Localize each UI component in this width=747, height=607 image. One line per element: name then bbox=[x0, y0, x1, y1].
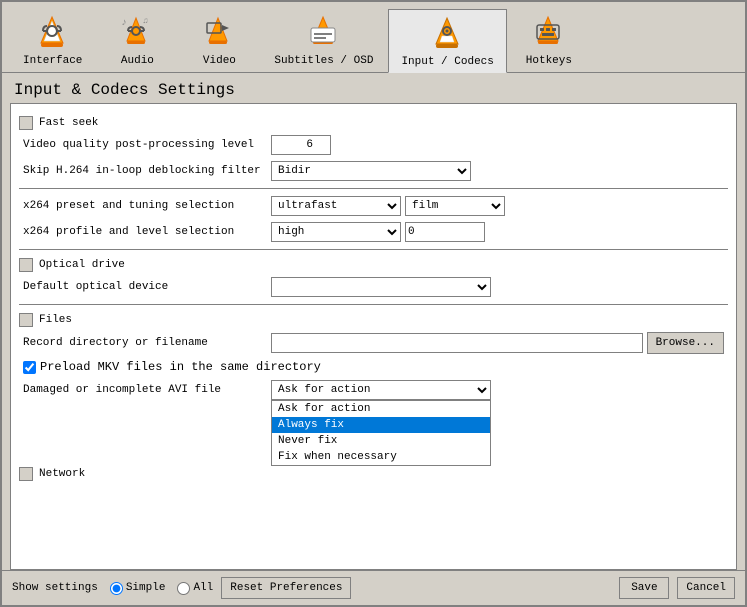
default-optical-label: Default optical device bbox=[23, 281, 263, 293]
x264-preset-control: ultrafast superfast veryfast faster fast… bbox=[271, 196, 724, 216]
interface-icon bbox=[33, 13, 73, 53]
cancel-button[interactable]: Cancel bbox=[677, 577, 735, 599]
skip-h264-select[interactable]: None Non-ref Bidir Non-key All bbox=[271, 161, 471, 181]
main-window: Interface ♪ ♫ Audio bbox=[0, 0, 747, 607]
damaged-avi-label: Damaged or incomplete AVI file bbox=[23, 384, 263, 396]
simple-label: Simple bbox=[126, 582, 166, 594]
skip-h264-control: None Non-ref Bidir Non-key All bbox=[271, 161, 724, 181]
x264-preset-select[interactable]: ultrafast superfast veryfast faster fast… bbox=[271, 196, 401, 216]
network-section: Network bbox=[19, 463, 728, 483]
input-icon bbox=[428, 14, 468, 54]
x264-profile-control: baseline main high high10 high422 high44… bbox=[271, 222, 724, 242]
simple-radio-label[interactable]: Simple bbox=[110, 582, 166, 595]
x264-level-input[interactable] bbox=[405, 222, 485, 242]
x264-preset-row: x264 preset and tuning selection ultrafa… bbox=[19, 193, 728, 219]
video-quality-label: Video quality post-processing level bbox=[23, 139, 263, 151]
simple-radio[interactable] bbox=[110, 582, 123, 595]
hotkeys-icon bbox=[529, 13, 569, 53]
preload-mkv-checkbox[interactable] bbox=[23, 361, 36, 374]
video-icon bbox=[199, 13, 239, 53]
settings-panel: Fast seek Video quality post-processing … bbox=[10, 103, 737, 570]
tab-interface[interactable]: Interface bbox=[10, 8, 95, 72]
tab-input[interactable]: Input / Codecs bbox=[388, 9, 506, 73]
damaged-avi-dropdown-open: Ask for action Always fix Never fix Fix … bbox=[271, 400, 491, 466]
damaged-avi-row: Damaged or incomplete AVI file Ask for a… bbox=[19, 377, 728, 403]
toolbar: Interface ♪ ♫ Audio bbox=[2, 2, 745, 73]
save-button[interactable]: Save bbox=[619, 577, 669, 599]
page-title: Input & Codecs Settings bbox=[2, 73, 745, 103]
video-quality-input[interactable] bbox=[271, 135, 331, 155]
tab-subtitles-label: Subtitles / OSD bbox=[274, 55, 373, 67]
preload-mkv-label: Preload MKV files in the same directory bbox=[40, 360, 321, 374]
all-radio-label[interactable]: All bbox=[177, 582, 213, 595]
svg-text:♫: ♫ bbox=[143, 17, 148, 26]
main-content: Input & Codecs Settings Fast seek Video … bbox=[2, 73, 745, 605]
option-always[interactable]: Always fix bbox=[272, 417, 490, 433]
tab-hotkeys[interactable]: Hotkeys bbox=[509, 8, 589, 72]
x264-profile-row: x264 profile and level selection baselin… bbox=[19, 219, 728, 245]
bottom-bar: Show settings Simple All Reset Preferenc… bbox=[2, 570, 745, 605]
x264-preset-label: x264 preset and tuning selection bbox=[23, 200, 263, 212]
x264-profile-label: x264 profile and level selection bbox=[23, 226, 263, 238]
tab-audio-label: Audio bbox=[121, 55, 154, 67]
files-section: Files bbox=[19, 309, 728, 329]
damaged-avi-select[interactable]: Ask for action Always fix Never fix Fix … bbox=[271, 380, 491, 400]
tab-input-label: Input / Codecs bbox=[401, 56, 493, 68]
record-dir-control: Browse... bbox=[271, 332, 724, 354]
tab-video-label: Video bbox=[203, 55, 236, 67]
optical-drive-section: Optical drive bbox=[19, 254, 728, 274]
damaged-avi-control: Ask for action Always fix Never fix Fix … bbox=[271, 380, 491, 400]
x264-tuning-select[interactable]: film animation grain stillimage psnr ssi… bbox=[405, 196, 505, 216]
default-optical-row: Default optical device bbox=[19, 274, 728, 300]
browse-button[interactable]: Browse... bbox=[647, 332, 724, 354]
x264-profile-select[interactable]: baseline main high high10 high422 high44… bbox=[271, 222, 401, 242]
tab-video[interactable]: Video bbox=[179, 8, 259, 72]
all-label: All bbox=[193, 582, 213, 594]
svg-text:♪: ♪ bbox=[121, 18, 127, 29]
tab-hotkeys-label: Hotkeys bbox=[526, 55, 572, 67]
skip-h264-row: Skip H.264 in-loop deblocking filter Non… bbox=[19, 158, 728, 184]
video-quality-control bbox=[271, 135, 724, 155]
damaged-avi-dropdown-container: Ask for action Always fix Never fix Fix … bbox=[271, 380, 491, 400]
files-label: Files bbox=[39, 314, 72, 326]
tab-interface-label: Interface bbox=[23, 55, 82, 67]
settings-content: Fast seek Video quality post-processing … bbox=[11, 104, 736, 491]
reset-preferences-button[interactable]: Reset Preferences bbox=[221, 577, 351, 599]
subtitles-icon bbox=[304, 13, 344, 53]
preload-mkv-row: Preload MKV files in the same directory bbox=[19, 357, 728, 377]
fast-seek-section: Fast seek bbox=[19, 112, 728, 132]
skip-h264-label: Skip H.264 in-loop deblocking filter bbox=[23, 165, 263, 177]
option-fix-when[interactable]: Fix when necessary bbox=[272, 449, 490, 465]
radio-group: Simple All bbox=[110, 582, 213, 595]
option-ask[interactable]: Ask for action bbox=[272, 401, 490, 417]
all-radio[interactable] bbox=[177, 582, 190, 595]
option-never[interactable]: Never fix bbox=[272, 433, 490, 449]
tab-subtitles[interactable]: Subtitles / OSD bbox=[261, 8, 386, 72]
show-settings-label: Show settings bbox=[12, 582, 98, 594]
network-label: Network bbox=[39, 468, 85, 480]
record-dir-row: Record directory or filename Browse... bbox=[19, 329, 728, 357]
tab-audio[interactable]: ♪ ♫ Audio bbox=[97, 8, 177, 72]
default-optical-control bbox=[271, 277, 724, 297]
record-dir-label: Record directory or filename bbox=[23, 337, 263, 349]
fast-seek-label: Fast seek bbox=[39, 117, 98, 129]
record-dir-input[interactable] bbox=[271, 333, 643, 353]
optical-drive-label: Optical drive bbox=[39, 259, 125, 271]
audio-icon: ♪ ♫ bbox=[117, 13, 157, 53]
default-optical-select[interactable] bbox=[271, 277, 491, 297]
video-quality-row: Video quality post-processing level bbox=[19, 132, 728, 158]
